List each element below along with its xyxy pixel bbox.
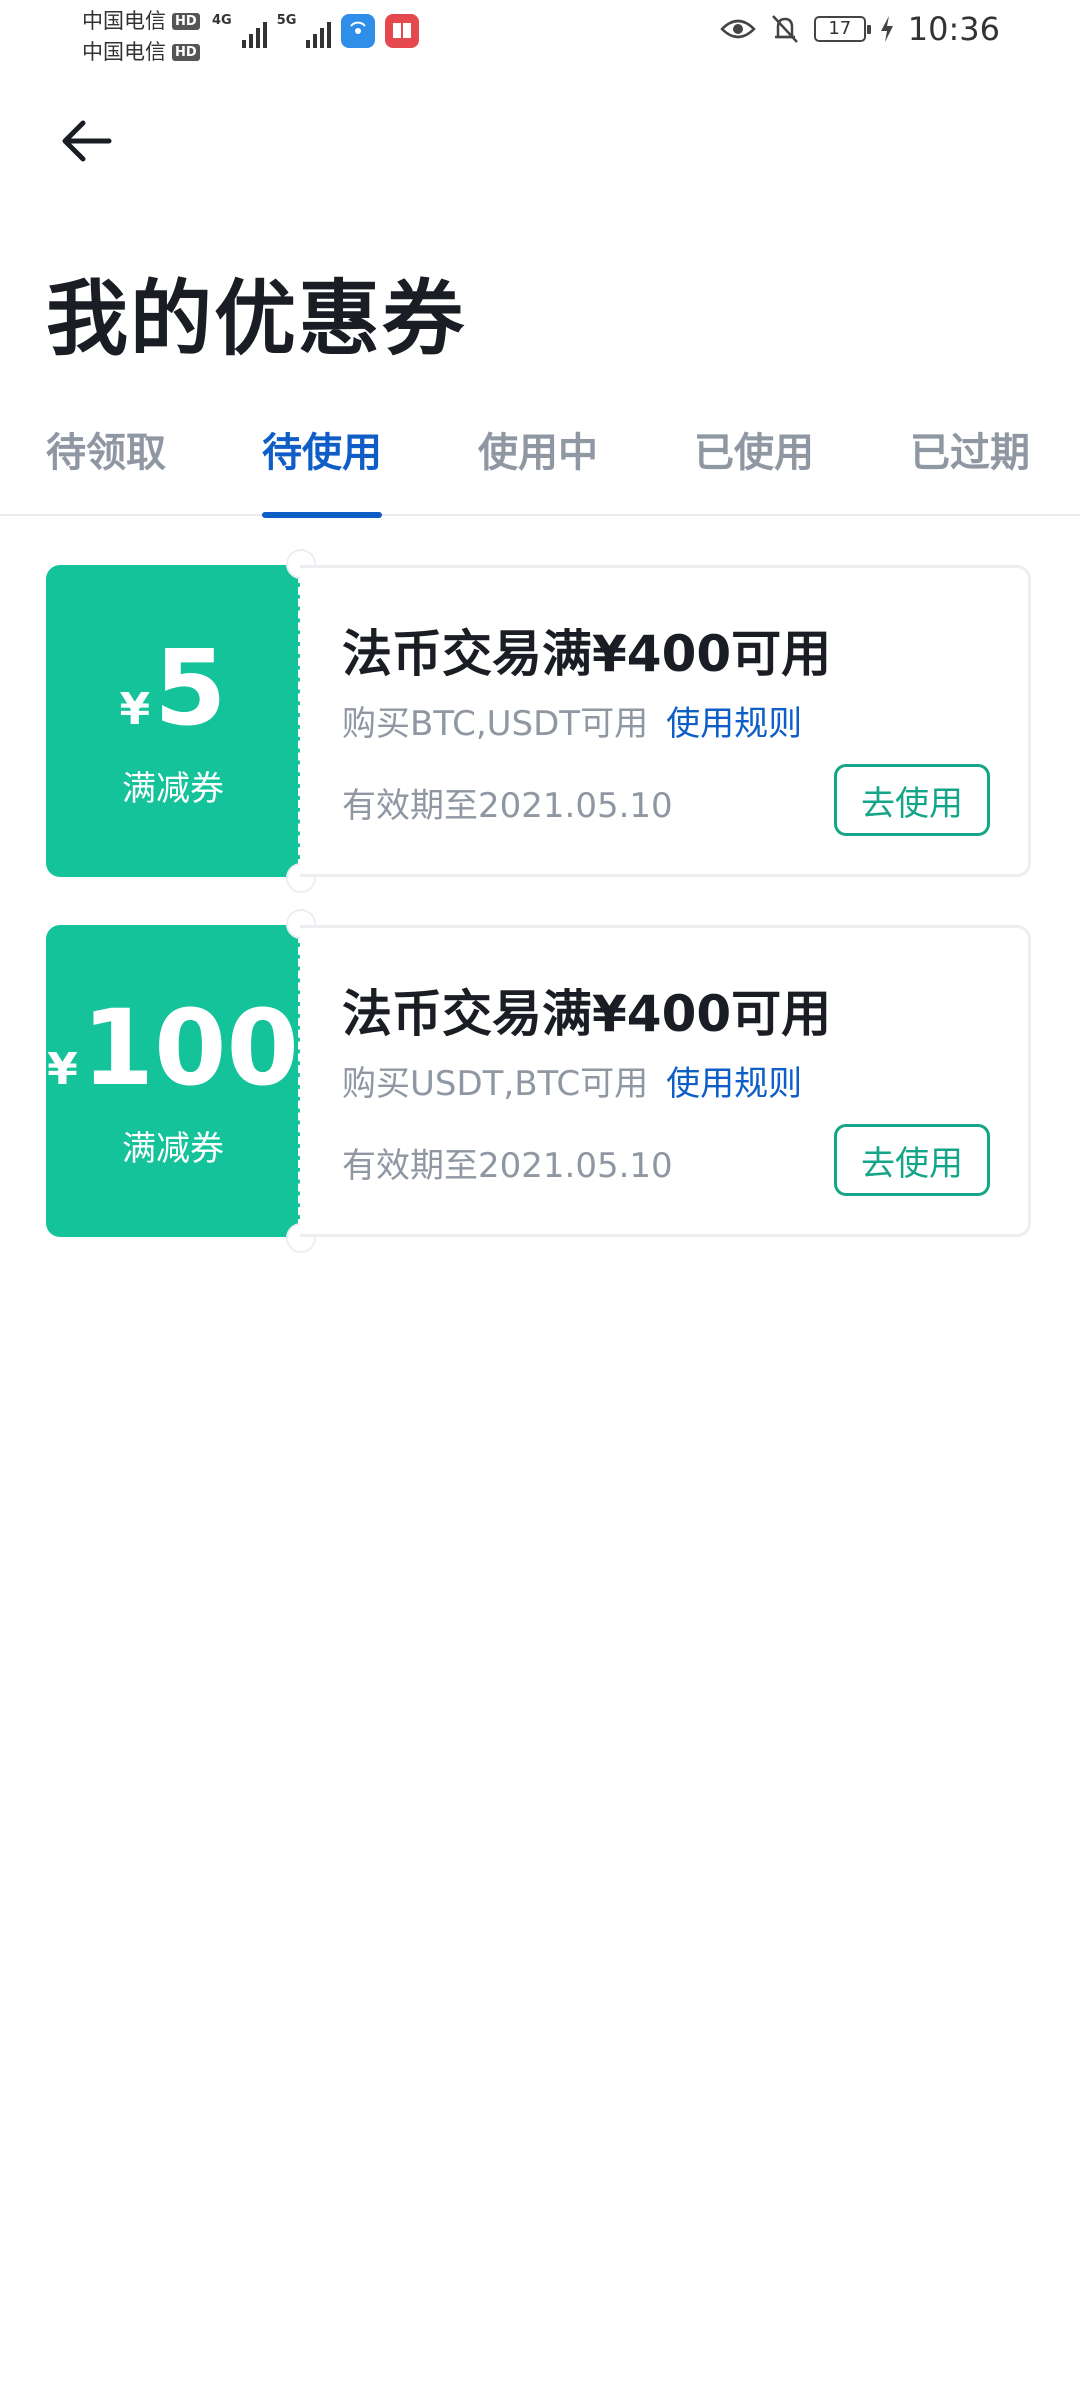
coupon-expiry: 有效期至2021.05.10 [342,1146,673,1186]
charging-icon [880,16,893,42]
usage-rules-link[interactable]: 使用规则 [666,1064,802,1104]
coupon-subtitle-row: 购买BTC,USDT可用 使用规则 [342,696,802,745]
coupon-subtitle-row: 购买USDT,BTC可用 使用规则 [342,1056,802,1105]
signal-icon [241,18,267,48]
coupon-amount: ¥ 100 [46,993,300,1103]
book-app-icon [385,14,420,48]
network-type-label: 5G [276,13,297,28]
coupon-type: 满减券 [122,1129,224,1169]
coupon-details: 法币交易满¥400可用 购买BTC,USDT可用 使用规则 有效期至2021.05… [300,565,1031,877]
tab-label: 待使用 [262,430,382,476]
coupon-value-panel: ¥ 5 满减券 [46,565,300,877]
active-tab-indicator [262,512,382,518]
carrier-info: 中国电信 HD 中国电信 HD [82,6,200,68]
carrier-name: 中国电信 [82,40,166,64]
tab-bar: 待领取 待使用 使用中 已使用 已过期 [0,420,1080,518]
signal-indicators: 4G 5G [212,13,420,48]
currency-symbol: ¥ [47,1044,78,1095]
signal-icon [306,18,332,48]
tab-to-claim[interactable]: 待领取 [46,420,166,516]
coupon-amount-value: 100 [81,987,299,1109]
coupon-card: ¥ 100 满减券 法币交易满¥400可用 购买USDT,BTC可用 使用规则 有… [46,909,1031,1253]
arrow-left-icon [62,120,112,162]
status-right-group: 17 10:36 [720,10,1000,48]
carrier-name: 中国电信 [82,9,166,33]
eye-icon [720,19,756,39]
mute-bell-icon [771,15,798,43]
hd-badge: HD [172,44,200,61]
back-button[interactable] [50,106,120,176]
coupon-title: 法币交易满¥400可用 [342,985,832,1043]
use-coupon-button[interactable]: 去使用 [834,1124,990,1196]
page-title: 我的优惠券 [46,272,467,367]
battery-level: 17 [828,18,852,39]
tab-label: 已过期 [910,430,1030,476]
tab-to-use[interactable]: 待使用 [262,420,382,518]
status-time: 10:36 [907,10,1000,48]
tab-expired[interactable]: 已过期 [910,420,1030,516]
network-type-label: 4G [212,13,232,28]
currency-symbol: ¥ [119,684,151,735]
coupon-subtitle: 购买USDT,BTC可用 [342,1064,649,1104]
coupon-type: 满减券 [122,769,224,809]
coupon-expiry: 有效期至2021.05.10 [342,786,673,826]
coupon-value-panel: ¥ 100 满减券 [46,925,300,1237]
tab-label: 使用中 [478,430,598,476]
use-coupon-button[interactable]: 去使用 [834,764,990,836]
tab-used[interactable]: 已使用 [694,420,814,516]
battery-icon: 17 [813,16,871,42]
tab-label: 待领取 [46,430,166,476]
hd-badge: HD [172,13,200,30]
coupon-subtitle: 购买BTC,USDT可用 [342,704,649,744]
tab-label: 已使用 [694,430,814,476]
coupon-amount-value: 5 [154,627,227,749]
coupon-amount: ¥ 5 [46,633,300,743]
coupon-card: ¥ 5 满减券 法币交易满¥400可用 购买BTC,USDT可用 使用规则 有效期… [46,549,1031,893]
status-bar: 中国电信 HD 中国电信 HD 4G 5G 17 10:36 [0,0,1080,72]
wifi-hotspot-icon [341,14,376,48]
coupon-title: 法币交易满¥400可用 [342,625,832,683]
tab-in-use[interactable]: 使用中 [478,420,598,516]
usage-rules-link[interactable]: 使用规则 [666,704,802,744]
coupon-details: 法币交易满¥400可用 购买USDT,BTC可用 使用规则 有效期至2021.05… [300,925,1031,1237]
